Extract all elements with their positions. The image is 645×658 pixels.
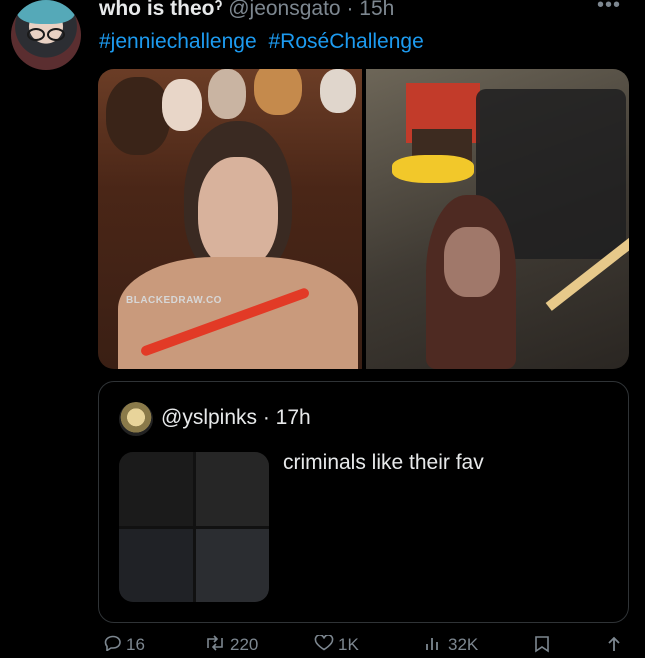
avatar-glasses	[27, 28, 65, 41]
author-display-name[interactable]: who is theoˀ	[99, 0, 222, 20]
share-icon	[606, 635, 622, 658]
author-handle-time[interactable]: @jeonsgato · 15h	[228, 0, 394, 20]
media-image-left[interactable]: BLACKEDRAW.CO	[98, 69, 362, 369]
quoted-author-avatar[interactable]	[119, 402, 153, 436]
media-watermark: BLACKEDRAW.CO	[126, 295, 222, 306]
retweet-count: 220	[230, 635, 259, 654]
bookmark-icon	[534, 635, 550, 658]
hashtag-link[interactable]: #RoséChallenge	[268, 30, 423, 53]
quoted-tweet[interactable]: @yslpinks · 17h criminals like their fav	[98, 381, 629, 623]
author-avatar[interactable]	[11, 0, 81, 70]
tweet-actions: 16 220 1K 32K	[0, 631, 645, 654]
more-icon[interactable]: •••	[597, 0, 621, 17]
reply-count: 16	[126, 635, 145, 654]
share-button[interactable]	[606, 635, 626, 658]
hashtag-link[interactable]: #jenniechallenge	[99, 30, 257, 53]
avatar-hair	[17, 0, 75, 24]
views-count: 32K	[448, 635, 479, 654]
like-count: 1K	[338, 635, 359, 654]
quoted-media-thumbnail[interactable]	[119, 452, 269, 602]
tweet-media[interactable]: BLACKEDRAW.CO	[98, 69, 629, 369]
tweet-hashtags: #jenniechallenge #RoséChallenge	[99, 30, 424, 54]
media-image-right[interactable]	[365, 69, 629, 369]
quoted-author-handle-time[interactable]: @yslpinks · 17h	[161, 406, 311, 430]
tweet-header: who is theoˀ @jeonsgato · 15h	[99, 0, 394, 21]
quoted-tweet-text: criminals like their fav	[283, 451, 484, 474]
bookmark-button[interactable]	[534, 635, 554, 658]
